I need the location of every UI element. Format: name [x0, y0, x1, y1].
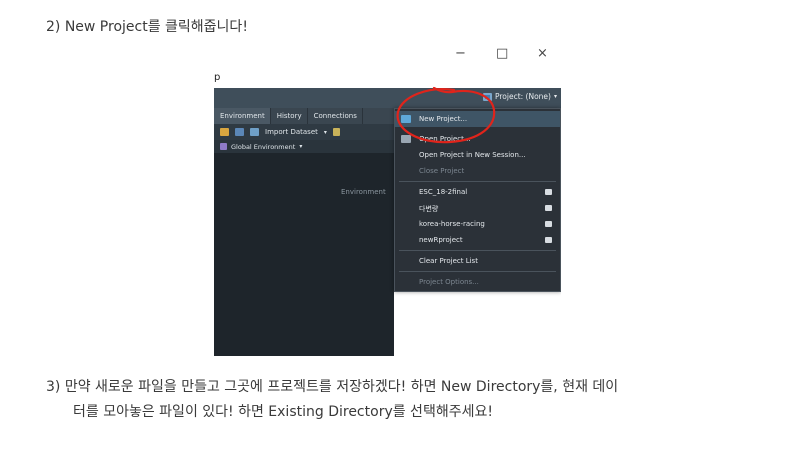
new-project-icon	[401, 115, 411, 123]
chevron-down-icon: ▾	[299, 143, 303, 150]
rstudio-screenshot: p Project: (None) ▾ Environment History …	[214, 72, 561, 356]
panel-tabs: Environment History Connections	[214, 108, 394, 124]
step-3-instruction-line-2: 터를 모아놓은 파일이 있다! 하면 Existing Directory를 선…	[73, 404, 493, 420]
menu-item-label: newRproject	[419, 236, 463, 244]
menu-item-label: 다변량	[419, 205, 439, 213]
menu-divider	[399, 271, 556, 272]
open-in-new-window-icon[interactable]	[545, 189, 552, 195]
broom-icon[interactable]	[332, 128, 340, 136]
panel-toolbar: Import Dataset ▾	[214, 124, 394, 140]
menu-item-open-new-session[interactable]: Open Project in New Session...	[395, 147, 560, 163]
open-in-new-window-icon[interactable]	[545, 205, 552, 211]
open-in-new-window-icon[interactable]	[545, 237, 552, 243]
menu-item-recent-project[interactable]: 다변량	[395, 200, 560, 216]
menu-item-recent-project[interactable]: newRproject	[395, 232, 560, 248]
import-dataset-button[interactable]: Import Dataset	[265, 128, 318, 136]
close-icon[interactable]: ×	[537, 46, 548, 61]
menu-item-open-project[interactable]: Open Project...	[395, 131, 560, 147]
menu-divider	[399, 181, 556, 182]
menu-item-close-project: Close Project	[419, 167, 465, 175]
environment-panel: Environment History Connections Import D…	[214, 108, 394, 356]
open-folder-icon[interactable]	[220, 128, 229, 136]
environment-selector[interactable]: Global Environment ▾	[214, 140, 394, 153]
chevron-down-icon: ▾	[553, 93, 557, 100]
title-bar: Project: (None) ▾	[214, 88, 561, 108]
tab-environment[interactable]: Environment	[214, 108, 271, 124]
menu-divider	[399, 250, 556, 251]
environment-icon	[220, 143, 227, 150]
project-cube-icon	[482, 92, 492, 101]
menu-item-label: New Project...	[419, 115, 468, 123]
menu-item-label: korea-horse-racing	[419, 220, 485, 228]
project-dropdown-menu: New Project... Open Project... Open Proj…	[394, 108, 561, 292]
import-dataset-icon	[250, 128, 259, 136]
minimize-icon[interactable]: −	[455, 46, 466, 61]
open-project-icon	[401, 135, 411, 143]
window-title-fragment: p	[214, 72, 221, 83]
menu-item-clear-project-list[interactable]: Clear Project List	[395, 253, 560, 269]
environment-empty-text: Environment	[341, 188, 386, 196]
save-icon[interactable]	[235, 128, 244, 136]
menu-item-recent-project[interactable]: ESC_18-2final	[395, 184, 560, 200]
menu-item-label: Open Project...	[419, 135, 471, 143]
menu-item-label: ESC_18-2final	[419, 188, 468, 196]
environment-selector-label: Global Environment	[231, 142, 296, 151]
menu-item-recent-project[interactable]: korea-horse-racing	[395, 216, 560, 232]
step-3-instruction-line-1: 3) 만약 새로운 파일을 만들고 그곳에 프로젝트를 저장하겠다! 하면 Ne…	[46, 379, 619, 395]
maximize-icon[interactable]: □	[496, 46, 508, 61]
menu-item-new-project[interactable]: New Project...	[395, 111, 560, 127]
open-in-new-window-icon[interactable]	[545, 221, 552, 227]
tab-history[interactable]: History	[271, 108, 308, 124]
tab-connections[interactable]: Connections	[308, 108, 363, 124]
project-button-label: Project: (None)	[494, 92, 551, 101]
menu-item-project-options: Project Options...	[419, 278, 479, 286]
chevron-down-icon: ▾	[323, 128, 327, 136]
step-2-instruction: 2) New Project를 클릭해줍니다!	[46, 19, 248, 35]
project-menu-button[interactable]: Project: (None) ▾	[482, 92, 557, 101]
